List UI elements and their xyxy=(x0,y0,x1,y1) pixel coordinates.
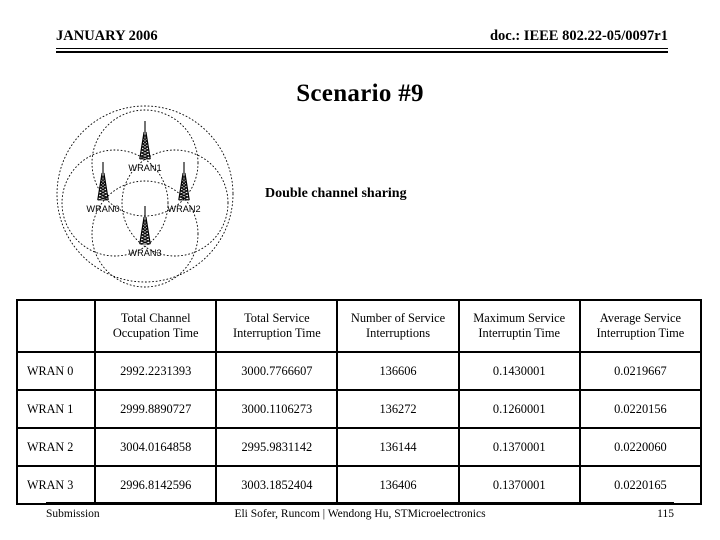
header-line-2: Interruptions xyxy=(366,326,431,340)
row-label: WRAN 0 xyxy=(15,351,97,391)
header-line-2: Interruption Time xyxy=(596,326,685,340)
header-line-1: Average Service xyxy=(599,311,682,326)
wran2-label: WRAN2 xyxy=(167,204,200,214)
cell-total-service-interruption-time: 3000.7766607 xyxy=(215,351,339,391)
header-line-2: Interruptin Time xyxy=(478,326,560,340)
wran0-label: WRAN0 xyxy=(86,204,119,214)
row-label: WRAN 3 xyxy=(15,465,97,505)
tower-icon-wran2 xyxy=(178,161,190,201)
cell-total-service-interruption-time: 3000.1106273 xyxy=(215,389,339,429)
table-row: WRAN 1 2999.8890727 3000.1106273 136272 … xyxy=(15,389,703,429)
header-line-1: Maximum Service xyxy=(473,311,566,326)
cell-total-channel-occupation-time: 2996.8142596 xyxy=(94,465,218,505)
table-row: WRAN 2 3004.0164858 2995.9831142 136144 … xyxy=(15,427,703,467)
column-header-average-service-interruption-time: Average Service Interruption Time xyxy=(578,299,703,353)
tower-icon-wran0 xyxy=(97,161,109,201)
column-header-maximum-service-interruption-time: Maximum Service Interruptin Time xyxy=(457,299,581,353)
wran-coverage-diagram: WRAN1 WRAN0 WRAN2 WRAN3 xyxy=(44,102,254,292)
diagram-caption: Double channel sharing xyxy=(265,186,407,201)
cell-total-channel-occupation-time: 3004.0164858 xyxy=(94,427,218,467)
table-row: WRAN 0 2992.2231393 3000.7766607 136606 … xyxy=(15,351,703,391)
cell-number-of-service-interruptions: 136272 xyxy=(336,389,460,429)
header-line-2: Interruption Time xyxy=(232,326,321,340)
row-label: WRAN 1 xyxy=(15,389,97,429)
table-header-row: Total Channel Occupation Time Total Serv… xyxy=(15,299,703,353)
cell-average-service-interruption-time: 0.0220165 xyxy=(578,465,703,505)
footer-authors: Eli Sofer, Runcom | Wendong Hu, STMicroe… xyxy=(234,508,486,520)
cell-number-of-service-interruptions: 136406 xyxy=(336,465,460,505)
header-line-1: Number of Service xyxy=(350,311,446,326)
table-row: WRAN 3 2996.8142596 3003.1852404 136406 … xyxy=(15,465,703,505)
cell-total-channel-occupation-time: 2992.2231393 xyxy=(94,351,218,391)
header-doc-id: doc.: IEEE 802.22-05/0097r1 xyxy=(489,28,668,44)
footer-divider xyxy=(46,502,674,504)
footer-slide-number: 115 xyxy=(657,508,674,520)
cell-maximum-service-interruption-time: 0.1370001 xyxy=(457,465,581,505)
header-line-1: Total Channel xyxy=(120,311,191,326)
cell-number-of-service-interruptions: 136606 xyxy=(336,351,460,391)
cell-average-service-interruption-time: 0.0220156 xyxy=(578,389,703,429)
cell-total-service-interruption-time: 2995.9831142 xyxy=(215,427,339,467)
cell-maximum-service-interruption-time: 0.1370001 xyxy=(457,427,581,467)
column-header-number-of-service-interruptions: Number of Service Interruptions xyxy=(336,299,460,353)
wran1-label: WRAN1 xyxy=(128,163,161,173)
tower-icon-wran3 xyxy=(139,205,151,245)
cell-maximum-service-interruption-time: 0.1430001 xyxy=(457,351,581,391)
row-label: WRAN 2 xyxy=(15,427,97,467)
cell-number-of-service-interruptions: 136144 xyxy=(336,427,460,467)
wran3-label: WRAN3 xyxy=(128,248,161,258)
header-divider xyxy=(56,48,668,53)
column-header-blank xyxy=(15,299,97,353)
column-header-total-service-interruption-time: Total Service Interruption Time xyxy=(215,299,339,353)
header-line-1: Total Service xyxy=(244,311,310,326)
slide-header: JANUARY 2006 doc.: IEEE 802.22-05/0097r1 xyxy=(56,28,668,54)
slide-footer: Submission Eli Sofer, Runcom | Wendong H… xyxy=(46,502,674,530)
cell-maximum-service-interruption-time: 0.1260001 xyxy=(457,389,581,429)
cell-average-service-interruption-time: 0.0219667 xyxy=(578,351,703,391)
results-table: Total Channel Occupation Time Total Serv… xyxy=(15,299,703,505)
cell-average-service-interruption-time: 0.0220060 xyxy=(578,427,703,467)
column-header-total-channel-occupation-time: Total Channel Occupation Time xyxy=(94,299,218,353)
header-date: JANUARY 2006 xyxy=(56,28,158,44)
cell-total-service-interruption-time: 3003.1852404 xyxy=(215,465,339,505)
tower-icon-wran1 xyxy=(139,120,151,160)
header-line-2: Occupation Time xyxy=(112,326,199,340)
cell-total-channel-occupation-time: 2999.8890727 xyxy=(94,389,218,429)
